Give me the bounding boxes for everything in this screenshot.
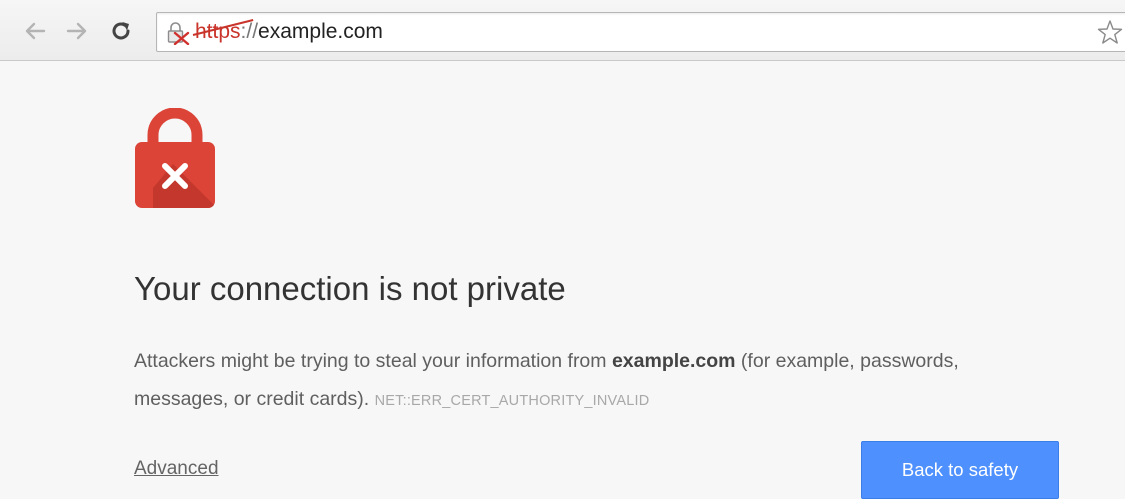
- back-button[interactable]: [20, 14, 50, 48]
- url-text[interactable]: https://example.com: [192, 13, 383, 51]
- warning-description: Attackers might be trying to steal your …: [134, 342, 1034, 420]
- back-arrow-icon: [25, 22, 46, 40]
- forward-arrow-icon: [66, 22, 87, 40]
- page-title: Your connection is not private: [134, 270, 566, 307]
- browser-toolbar: https://example.com: [0, 0, 1125, 61]
- forward-button[interactable]: [62, 14, 92, 48]
- description-host: example.com: [611, 350, 736, 372]
- reload-button[interactable]: [106, 14, 136, 48]
- broken-lock-icon[interactable]: [165, 21, 191, 46]
- error-code: NET::ERR_CERT_AUTHORITY_INVALID: [374, 393, 650, 409]
- url-scheme: https: [192, 19, 254, 43]
- back-to-safety-button[interactable]: Back to safety: [861, 441, 1059, 499]
- lock-error-icon: [133, 107, 217, 210]
- description-text-start: Attackers might be trying to steal your …: [134, 350, 612, 372]
- url-host: example.com: [258, 20, 383, 43]
- reload-icon: [112, 22, 130, 40]
- advanced-link[interactable]: Advanced: [134, 458, 219, 480]
- address-bar[interactable]: https://example.com: [156, 12, 1125, 52]
- star-icon[interactable]: [1097, 19, 1123, 45]
